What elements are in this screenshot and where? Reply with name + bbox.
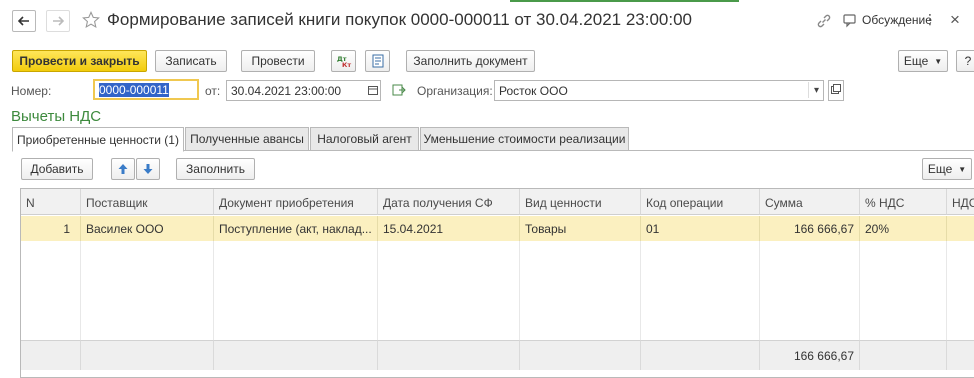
discussion-icon[interactable] <box>843 13 859 31</box>
column-header-invoice-date[interactable]: Дата получения СФ <box>378 189 520 215</box>
column-divider <box>640 241 641 340</box>
table-more-label: Еще <box>927 162 953 176</box>
footer-cell <box>520 340 641 370</box>
move-down-button[interactable] <box>136 158 160 180</box>
cell-operation-code[interactable]: 01 <box>641 216 760 241</box>
svg-text:Кт: Кт <box>342 61 351 68</box>
tab-acquired-values[interactable]: Приобретенные ценности (1) <box>12 127 184 152</box>
column-header-value-type[interactable]: Вид ценности <box>520 189 641 215</box>
discussion-link[interactable]: Обсуждение <box>862 13 932 27</box>
window-title: Формирование записей книги покупок 0000-… <box>107 10 692 29</box>
back-button[interactable] <box>12 10 36 32</box>
forward-button[interactable] <box>46 10 70 32</box>
section-title: Вычеты НДС <box>11 108 102 125</box>
chevron-down-icon: ▼ <box>934 56 943 66</box>
date-label: от: <box>205 84 221 98</box>
document-structure-icon <box>372 54 383 68</box>
footer-cell <box>641 340 760 370</box>
dt-kt-icon: Дт Кт <box>337 55 351 68</box>
top-accent-line <box>510 0 739 2</box>
print-button[interactable] <box>365 50 390 72</box>
number-label: Номер: <box>11 84 52 98</box>
organization-dropdown-icon[interactable]: ▾ <box>808 82 824 98</box>
link-icon[interactable] <box>816 13 832 32</box>
tab-tax-agent[interactable]: Налоговый агент <box>310 127 419 151</box>
dt-kt-button[interactable]: Дт Кт <box>331 50 356 72</box>
organization-value: Росток ООО <box>499 84 568 98</box>
column-divider <box>859 241 860 340</box>
column-header-acquisition-document[interactable]: Документ приобретения <box>214 189 378 215</box>
arrow-up-icon <box>118 164 128 174</box>
arrow-down-icon <box>143 164 153 174</box>
move-up-button[interactable] <box>111 158 135 180</box>
organization-field[interactable]: Росток ООО <box>494 80 824 101</box>
cell-acquisition-document[interactable]: Поступление (акт, наклад... <box>214 216 378 241</box>
arrow-right-icon <box>53 16 64 26</box>
number-value: 0000-000011 <box>99 83 169 97</box>
date-value: 30.04.2021 23:00:00 <box>231 84 342 98</box>
post-button[interactable]: Провести <box>241 50 315 72</box>
footer-cell <box>21 340 81 370</box>
footer-cell <box>947 340 974 370</box>
column-divider <box>213 241 214 340</box>
add-row-button[interactable]: Добавить <box>21 158 93 180</box>
accounting-info-icon[interactable] <box>392 83 406 100</box>
help-button[interactable]: ? <box>956 50 974 72</box>
table-more-button[interactable]: Еще ▼ <box>922 158 972 180</box>
footer-total-amount: 166 666,67 <box>760 340 860 370</box>
footer-cell <box>81 340 214 370</box>
column-divider <box>80 241 81 340</box>
arrow-left-icon <box>18 16 29 26</box>
acquired-values-table[interactable]: N Поставщик Документ приобретения Дата п… <box>20 188 974 378</box>
calendar-icon[interactable] <box>365 82 381 98</box>
number-field[interactable]: 0000-000011 <box>93 79 199 100</box>
column-divider <box>377 241 378 340</box>
column-header-operation-code[interactable]: Код операции <box>641 189 760 215</box>
footer-cell <box>214 340 378 370</box>
cell-amount[interactable]: 166 666,67 <box>760 216 860 241</box>
favorite-star-icon[interactable] <box>82 11 100 32</box>
open-window-icon <box>831 84 841 94</box>
footer-cell <box>378 340 520 370</box>
more-actions-label: Еще <box>903 54 929 68</box>
more-actions-button[interactable]: Еще ▼ <box>898 50 948 72</box>
tab-sales-cost-reduction[interactable]: Уменьшение стоимости реализации <box>420 127 629 151</box>
save-button[interactable]: Записать <box>155 50 227 72</box>
close-icon[interactable]: × <box>950 10 960 30</box>
cell-value-type[interactable]: Товары <box>520 216 641 241</box>
cell-invoice-date[interactable]: 15.04.2021 <box>378 216 520 241</box>
column-divider <box>759 241 760 340</box>
organization-label: Организация: <box>417 84 493 98</box>
column-header-n[interactable]: N <box>21 189 81 215</box>
column-divider <box>946 241 947 340</box>
cell-supplier[interactable]: Василек ООО <box>81 216 214 241</box>
footer-cell <box>860 340 947 370</box>
organization-open-button[interactable] <box>828 80 844 101</box>
chevron-down-icon: ▼ <box>958 164 967 174</box>
cell-vat[interactable] <box>947 216 974 241</box>
cell-vat-rate[interactable]: 20% <box>860 216 947 241</box>
column-header-supplier[interactable]: Поставщик <box>81 189 214 215</box>
post-and-close-button[interactable]: Провести и закрыть <box>12 50 147 72</box>
cell-n[interactable]: 1 <box>21 216 81 241</box>
more-vert-icon[interactable]: ⋮ <box>923 11 937 28</box>
date-field[interactable]: 30.04.2021 23:00:00 <box>226 80 381 101</box>
column-divider <box>519 241 520 340</box>
fill-document-button[interactable]: Заполнить документ <box>406 50 535 72</box>
fill-table-button[interactable]: Заполнить <box>176 158 255 180</box>
tab-received-advances[interactable]: Полученные авансы <box>185 127 309 151</box>
column-header-amount[interactable]: Сумма <box>760 189 860 215</box>
column-header-vat[interactable]: НДС <box>947 189 974 215</box>
column-header-vat-rate[interactable]: % НДС <box>860 189 947 215</box>
